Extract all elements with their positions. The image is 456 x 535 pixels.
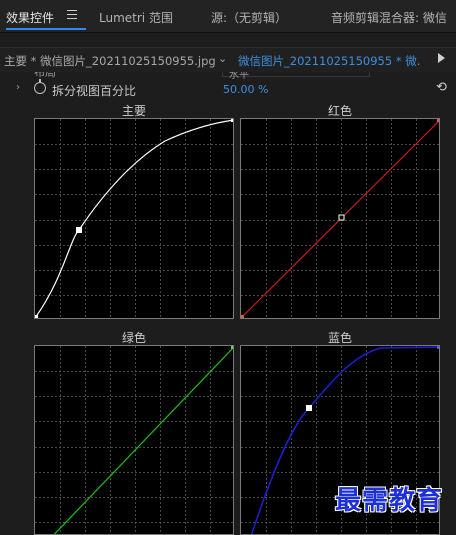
tab-lumetri-scopes[interactable]: Lumetri 范围 (99, 9, 173, 26)
tab-source[interactable]: 源:（无剪辑） (211, 9, 287, 26)
sequence-clip-label[interactable]: 微信图片_20211025150955 * 微... (238, 53, 420, 69)
curve-red-graph[interactable] (241, 119, 440, 319)
curve-control-point[interactable] (76, 227, 82, 233)
master-clip-label[interactable]: 主要 * 微信图片_20211025150955.jpg (4, 53, 216, 69)
curve-line-green (53, 347, 233, 534)
split-view-percent-value[interactable]: 50.00 % (223, 83, 268, 96)
expand-arrow-icon[interactable]: › (16, 82, 20, 93)
curve-title-master: 主要 (121, 104, 146, 118)
curve-title-red: 红色 (327, 104, 352, 118)
chevron-down-icon[interactable]: ⌄ (218, 52, 227, 65)
curve-control-point[interactable] (306, 405, 312, 411)
expand-arrow-icon[interactable] (438, 53, 445, 63)
menu-icon[interactable] (67, 10, 77, 20)
reset-icon[interactable]: ⟲ (436, 80, 447, 95)
curve-endpoint[interactable] (437, 119, 440, 122)
curve-endpoint[interactable] (231, 346, 234, 349)
tab-audio-clip-mixer[interactable]: 音频剪辑混合器: 微信 (331, 9, 447, 26)
curve-green-graph[interactable] (35, 346, 234, 535)
curve-master-graph[interactable] (35, 119, 234, 319)
layout-dropdown[interactable]: 水平 (222, 72, 370, 81)
curve-green[interactable] (34, 345, 234, 535)
curve-endpoint[interactable] (437, 346, 440, 349)
curve-endpoint[interactable] (35, 315, 38, 319)
curve-title-blue: 蓝色 (327, 331, 352, 345)
property-area: 布局 水平 › 拆分视图百分比 50.00 % ⟲ (0, 72, 456, 104)
curve-red[interactable] (240, 118, 440, 319)
curve-line-master (35, 119, 233, 318)
stopwatch-icon[interactable] (34, 79, 46, 94)
layout-label: 布局 (34, 72, 56, 79)
watermark-logo: 最需教育 (335, 486, 444, 516)
curve-master[interactable] (34, 118, 234, 319)
active-tab-indicator (6, 28, 86, 30)
curve-endpoint[interactable] (241, 315, 244, 319)
curve-grid (35, 346, 233, 534)
curve-grid (35, 119, 233, 318)
clip-sequence-bar: 主要 * 微信图片_20211025150955.jpg ⌄ 微信图片_2021… (0, 47, 456, 73)
split-view-percent-label: 拆分视图百分比 (52, 84, 137, 98)
panel-tab-bar: 效果控件 Lumetri 范围 源:（无剪辑） 音频剪辑混合器: 微信 (0, 0, 456, 33)
curve-title-green: 绿色 (121, 331, 146, 345)
curve-control-point[interactable] (338, 214, 345, 221)
tab-effect-controls[interactable]: 效果控件 (6, 9, 54, 26)
curve-endpoint[interactable] (231, 119, 234, 122)
